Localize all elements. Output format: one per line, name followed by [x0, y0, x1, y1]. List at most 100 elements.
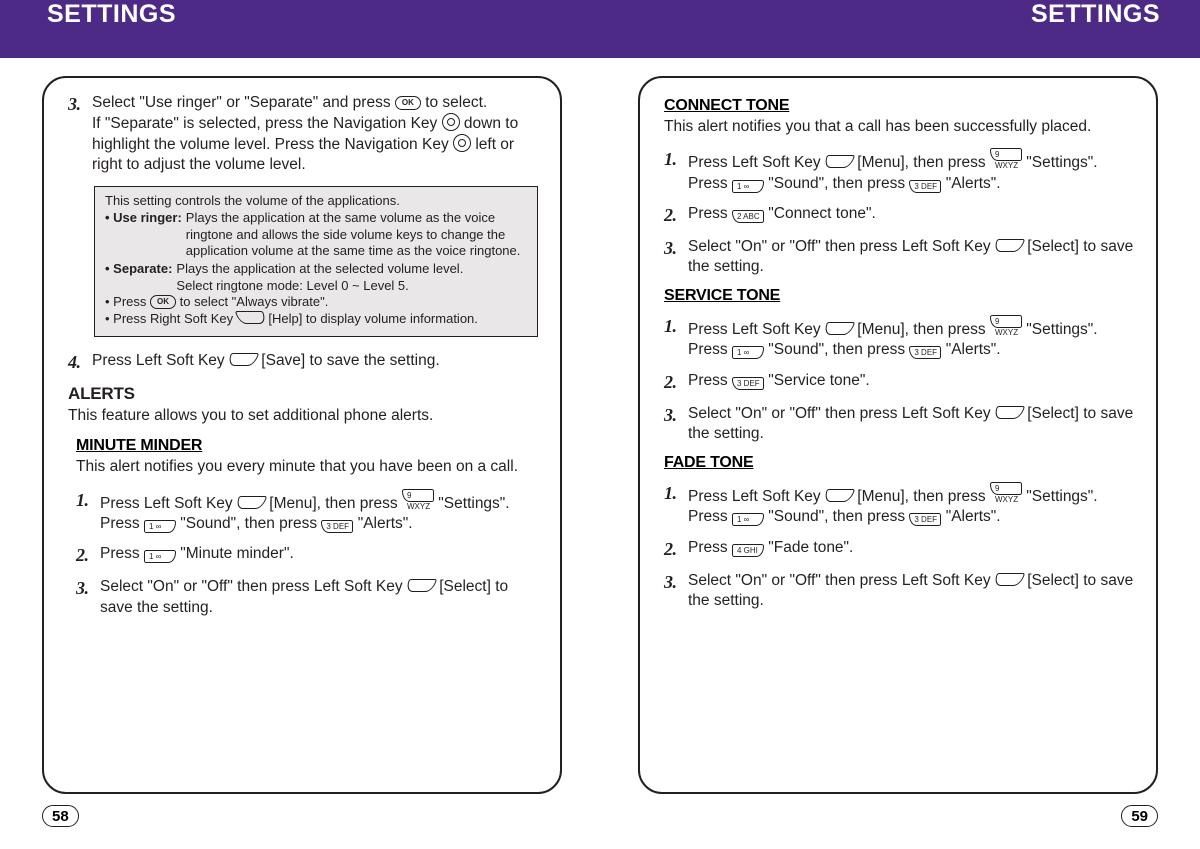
step-body: Press Left Soft Key [Menu], then press 9… — [688, 482, 1138, 527]
step-body: Press 1 ∞ "Minute minder". — [100, 544, 542, 567]
ft-step-3: 3. Select "On" or "Off" then press Left … — [664, 571, 1138, 611]
key-3-icon: 3 DEF — [909, 513, 941, 526]
text: Plays the application at the same volume… — [186, 210, 527, 260]
step-body: Press 3 DEF "Service tone". — [688, 371, 1138, 394]
text: to select. — [425, 94, 487, 111]
text: Select "On" or "Off" then press Left Sof… — [688, 238, 995, 255]
note-line: This setting controls the volume of the … — [105, 193, 527, 210]
text: "Service tone". — [768, 372, 869, 389]
right-soft-key-icon — [235, 311, 267, 324]
ft-step-1: 1. Press Left Soft Key [Menu], then pres… — [664, 482, 1138, 527]
note-item-separate: • Separate: Plays the application at the… — [105, 261, 527, 294]
key-9-icon: 9 WXYZ — [990, 482, 1022, 495]
step-body: Select "On" or "Off" then press Left Sof… — [688, 404, 1138, 444]
text: Press — [688, 539, 732, 556]
step-body: Select "On" or "Off" then press Left Sof… — [100, 577, 542, 617]
text: Select "On" or "Off" then press Left Sof… — [688, 405, 995, 422]
step-body: Select "Use ringer" or "Separate" and pr… — [92, 93, 542, 176]
left-soft-key-icon — [823, 489, 855, 502]
nav-key-icon — [442, 113, 460, 131]
key-3-icon: 3 DEF — [909, 180, 941, 193]
step-number: 2. — [664, 538, 682, 561]
minute-minder-heading: MINUTE MINDER — [76, 437, 542, 455]
text: "Fade tone". — [768, 539, 853, 556]
left-soft-key-icon — [235, 496, 267, 509]
minute-minder-desc: This alert notifies you every minute tha… — [76, 457, 542, 476]
key-9-icon: 9 WXYZ — [990, 148, 1022, 161]
left-soft-key-icon — [823, 322, 855, 335]
step-number: 3. — [664, 237, 682, 277]
header-title-right: SETTINGS — [1031, 0, 1160, 29]
ok-key-icon: OK — [150, 295, 176, 309]
key-2-icon: 2 ABC — [732, 210, 764, 223]
text: Plays the application at the selected vo… — [176, 261, 463, 294]
left-soft-key-icon — [227, 353, 259, 366]
nav-key-icon — [453, 134, 471, 152]
text: Press — [688, 205, 732, 222]
st-step-3: 3. Select "On" or "Off" then press Left … — [664, 404, 1138, 444]
text: "Minute minder". — [180, 545, 294, 562]
ct-step-3: 3. Select "On" or "Off" then press Left … — [664, 237, 1138, 277]
note-item-press-rsk: • Press Right Soft Key [Help] to display… — [105, 311, 527, 328]
key-9-icon: 9 WXYZ — [402, 489, 434, 502]
key-3-icon: 3 DEF — [321, 520, 353, 533]
step-number: 4. — [68, 351, 86, 374]
key-1-icon: 1 ∞ — [732, 180, 764, 193]
text: Press Left Soft Key — [100, 495, 237, 512]
page-spread: 3. Select "Use ringer" or "Separate" and… — [0, 58, 1200, 849]
note-item-press-ok: • Press OK to select "Always vibrate". — [105, 294, 527, 311]
connect-tone-heading: CONNECT TONE — [664, 97, 1138, 115]
text: "Alerts". — [946, 341, 1001, 358]
text: "Sound", then press — [768, 508, 909, 525]
text: [Menu], then press — [857, 488, 990, 505]
step-number: 3. — [664, 404, 682, 444]
left-soft-key-icon — [993, 573, 1025, 586]
ft-step-2: 2. Press 4 GHI "Fade tone". — [664, 538, 1138, 561]
text: Press — [100, 545, 144, 562]
key-9-icon: 9 WXYZ — [990, 315, 1022, 328]
mm-step-2: 2. Press 1 ∞ "Minute minder". — [76, 544, 542, 567]
text: Press Left Soft Key — [688, 154, 825, 171]
label: • Separate: — [105, 261, 172, 294]
step-number: 3. — [664, 571, 682, 611]
left-soft-key-icon — [993, 406, 1025, 419]
note-item-use-ringer: • Use ringer: Plays the application at t… — [105, 210, 527, 260]
step-number: 1. — [664, 148, 682, 193]
text: If "Separate" is selected, press the Nav… — [92, 115, 442, 132]
st-step-1: 1. Press Left Soft Key [Menu], then pres… — [664, 315, 1138, 360]
ok-key-icon: OK — [395, 96, 421, 110]
content-panel-left: 3. Select "Use ringer" or "Separate" and… — [42, 76, 562, 794]
key-3-icon: 3 DEF — [732, 377, 764, 390]
header-banner: SETTINGS SETTINGS — [0, 0, 1200, 58]
text: "Alerts". — [946, 175, 1001, 192]
left-soft-key-icon — [823, 155, 855, 168]
key-1-icon: 1 ∞ — [732, 346, 764, 359]
key-1-icon: 1 ∞ — [732, 513, 764, 526]
text: "Sound", then press — [180, 515, 321, 532]
content-panel-right: CONNECT TONE This alert notifies you tha… — [638, 76, 1158, 794]
step-number: 3. — [68, 93, 86, 176]
page-58: 3. Select "Use ringer" or "Separate" and… — [0, 58, 600, 849]
left-soft-key-icon — [993, 239, 1025, 252]
text: Press Left Soft Key — [92, 352, 229, 369]
text: Press — [688, 372, 732, 389]
key-1-icon: 1 ∞ — [144, 520, 176, 533]
alerts-desc: This feature allows you to set additiona… — [68, 406, 542, 425]
ct-step-2: 2. Press 2 ABC "Connect tone". — [664, 204, 1138, 227]
text: Select "On" or "Off" then press Left Sof… — [100, 578, 407, 595]
page-number-59: 59 — [1121, 805, 1158, 827]
text: Select "On" or "Off" then press Left Sof… — [688, 572, 995, 589]
step-number: 3. — [76, 577, 94, 617]
step-body: Select "On" or "Off" then press Left Sof… — [688, 571, 1138, 611]
text: Press Left Soft Key — [688, 488, 825, 505]
note-box: This setting controls the volume of the … — [94, 186, 538, 337]
header-title-left: SETTINGS — [47, 0, 176, 29]
key-4-icon: 4 GHI — [732, 544, 764, 557]
text: [Menu], then press — [857, 321, 990, 338]
step-number: 2. — [664, 204, 682, 227]
text: Select "Use ringer" or "Separate" and pr… — [92, 94, 395, 111]
text: Press Left Soft Key — [688, 321, 825, 338]
text: [Save] to save the setting. — [261, 352, 439, 369]
fade-tone-heading: FADE TONE — [664, 454, 1138, 472]
step-number: 2. — [76, 544, 94, 567]
